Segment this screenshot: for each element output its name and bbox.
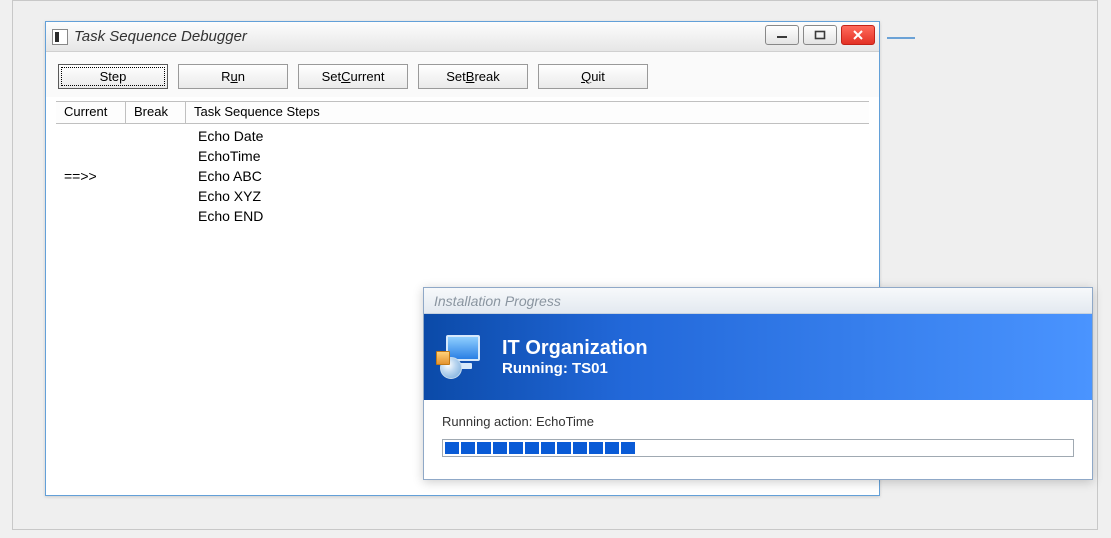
progress-body: Running action: EchoTime (424, 400, 1092, 479)
cell-step-name: Echo ABC (194, 168, 869, 184)
cell-step-name: EchoTime (194, 148, 869, 164)
progress-segment (589, 442, 603, 454)
progress-segment (621, 442, 635, 454)
step-button[interactable]: Step (58, 64, 168, 89)
column-header-steps[interactable]: Task Sequence Steps (186, 102, 869, 123)
progress-title-bar[interactable]: Installation Progress (424, 288, 1092, 314)
cell-step-name: Echo END (194, 208, 869, 224)
minimize-icon (776, 30, 788, 40)
list-body: Echo Date EchoTime ==>> Echo ABC Echo XY… (56, 124, 869, 226)
running-task-sequence: Running: TS01 (502, 360, 648, 377)
minimize-button[interactable] (765, 25, 799, 45)
background-panel: Task Sequence Debugger Step Run Set Curr… (12, 0, 1098, 530)
cell-current-marker: ==>> (56, 168, 134, 184)
progress-segment (477, 442, 491, 454)
toolbar: Step Run Set Current Set Break Quit (46, 52, 879, 97)
running-action-text: Running action: EchoTime (442, 414, 1074, 429)
column-header-break[interactable]: Break (126, 102, 186, 123)
list-row[interactable]: ==>> Echo ABC (56, 166, 869, 186)
app-icon (52, 29, 68, 45)
progress-segment (557, 442, 571, 454)
progress-segment (525, 442, 539, 454)
progress-bar (442, 439, 1074, 457)
cell-step-name: Echo XYZ (194, 188, 869, 204)
decorative-line (887, 37, 915, 39)
list-row[interactable]: Echo Date (56, 126, 869, 146)
maximize-button[interactable] (803, 25, 837, 45)
close-icon (852, 30, 864, 40)
quit-button[interactable]: Quit (538, 64, 648, 89)
progress-banner: IT Organization Running: TS01 (424, 314, 1092, 400)
set-current-button[interactable]: Set Current (298, 64, 408, 89)
list-row[interactable]: EchoTime (56, 146, 869, 166)
cell-step-name: Echo Date (194, 128, 869, 144)
window-title: Task Sequence Debugger (74, 28, 247, 45)
column-header-current[interactable]: Current (56, 102, 126, 123)
set-break-button[interactable]: Set Break (418, 64, 528, 89)
progress-segment (493, 442, 507, 454)
step-list: Current Break Task Sequence Steps Echo D… (56, 101, 869, 226)
progress-segment (509, 442, 523, 454)
organization-name: IT Organization (502, 337, 648, 360)
title-bar[interactable]: Task Sequence Debugger (46, 22, 879, 52)
list-row[interactable]: Echo END (56, 206, 869, 226)
list-row[interactable]: Echo XYZ (56, 186, 869, 206)
installation-progress-window: Installation Progress IT Organization Ru… (423, 287, 1093, 480)
progress-segment (573, 442, 587, 454)
maximize-icon (814, 30, 826, 40)
window-controls (765, 25, 875, 45)
install-icon (440, 333, 488, 381)
progress-window-title: Installation Progress (434, 293, 561, 309)
banner-text: IT Organization Running: TS01 (502, 337, 648, 377)
column-headers: Current Break Task Sequence Steps (56, 102, 869, 124)
progress-segment (605, 442, 619, 454)
progress-segment (445, 442, 459, 454)
close-button[interactable] (841, 25, 875, 45)
progress-segment (541, 442, 555, 454)
run-button[interactable]: Run (178, 64, 288, 89)
progress-segment (461, 442, 475, 454)
